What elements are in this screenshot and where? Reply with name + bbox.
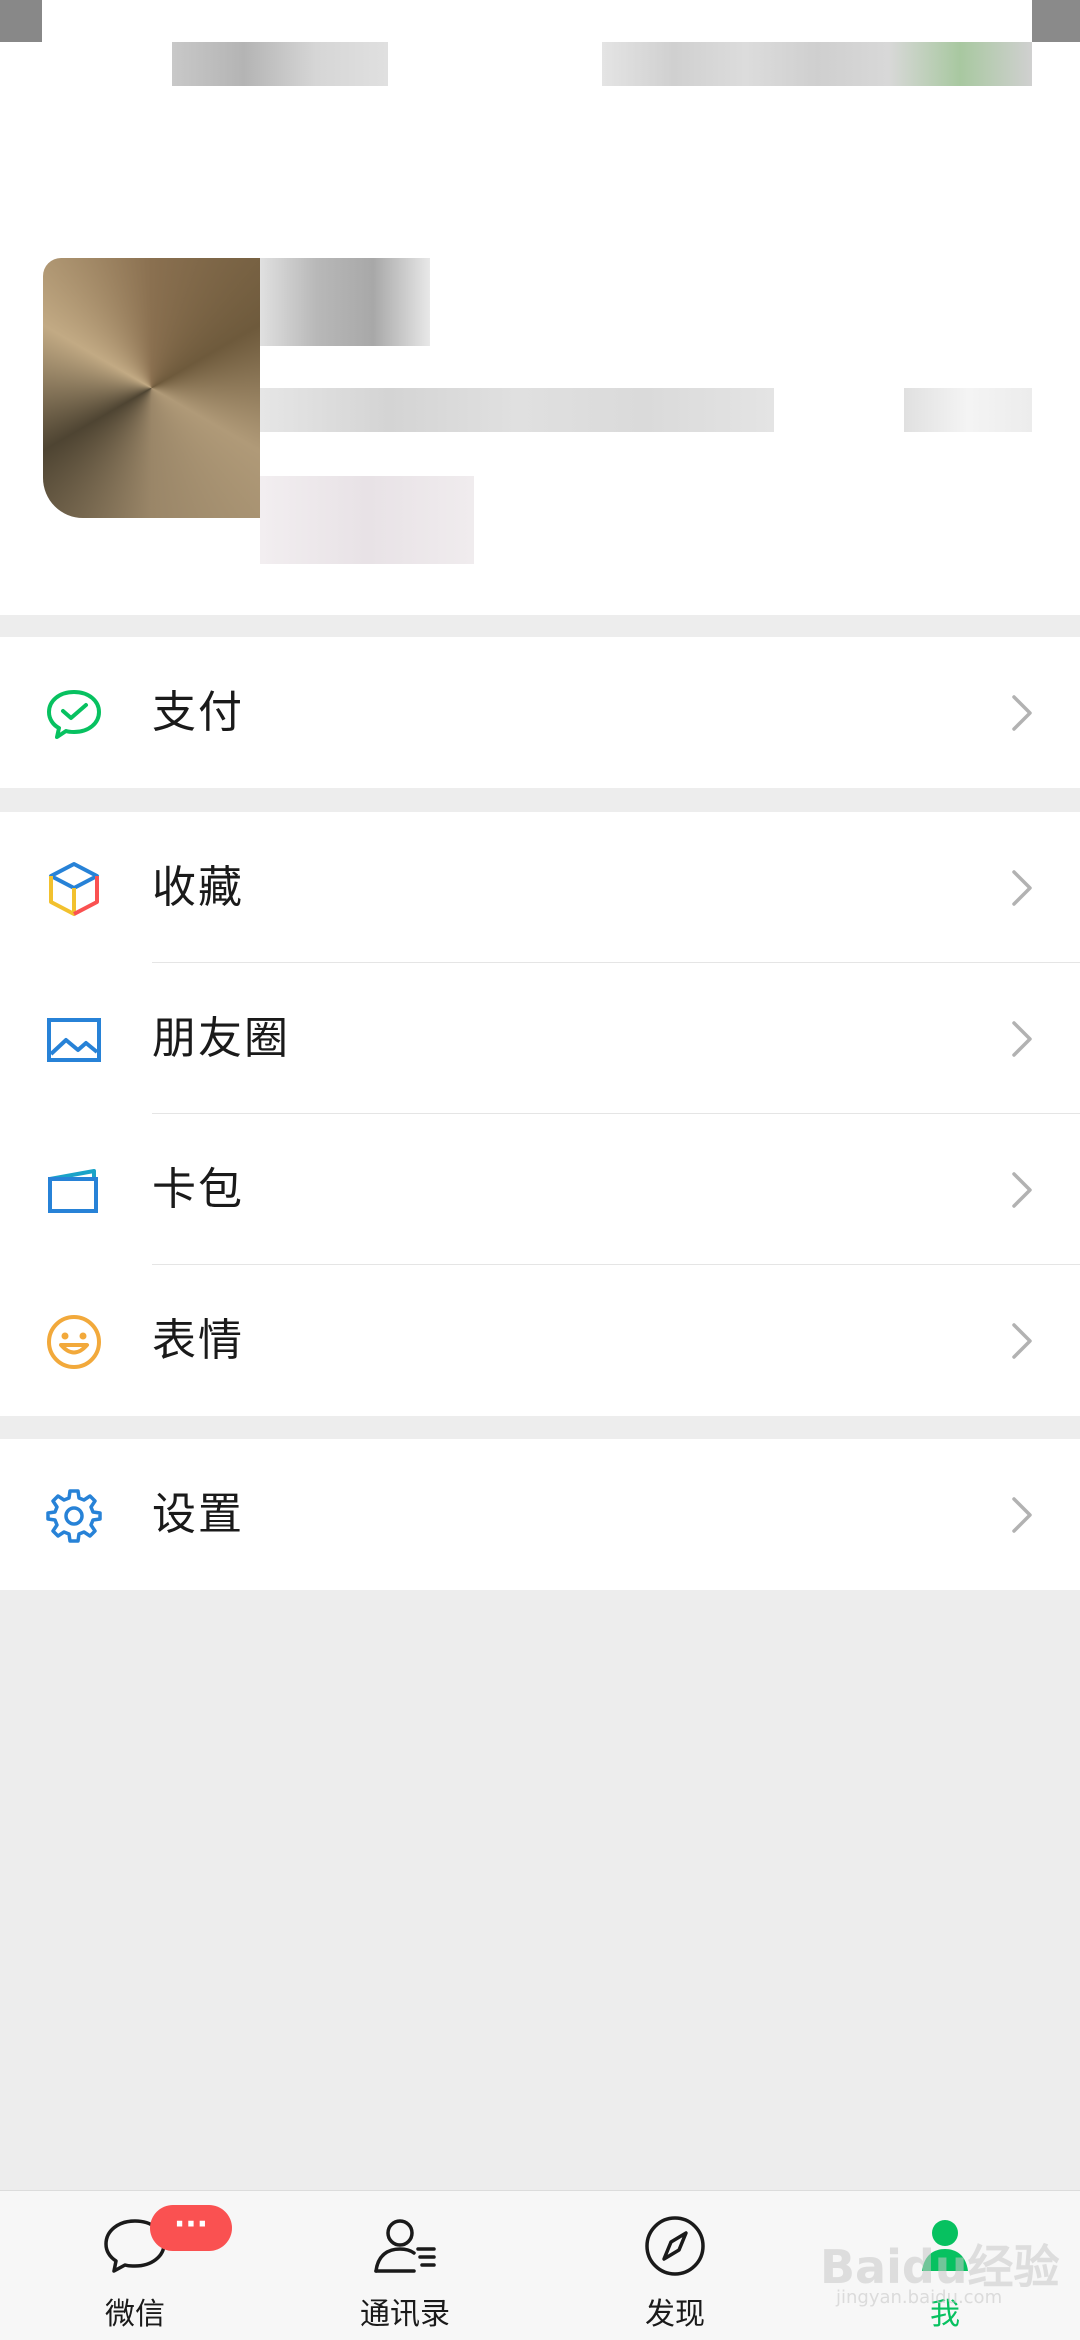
watermark-url: jingyan.baidu.com <box>836 2287 1003 2308</box>
cube-icon <box>44 859 104 919</box>
tab-discover[interactable]: 发现 <box>540 2191 810 2340</box>
menu-group-settings: 设置 <box>0 1439 1080 1590</box>
contacts-icon <box>370 2211 440 2281</box>
menu-item-moments[interactable]: 朋友圈 <box>0 963 1080 1114</box>
gear-icon <box>44 1486 104 1546</box>
menu-label-cards: 卡包 <box>152 1164 244 1215</box>
chevron-right-icon <box>1010 1170 1034 1210</box>
menu-item-settings[interactable]: 设置 <box>0 1439 1080 1590</box>
menu-item-pay[interactable]: 支付 <box>0 637 1080 788</box>
tab-label-contacts: 通讯录 <box>360 2297 450 2332</box>
chevron-right-icon <box>1010 1019 1034 1059</box>
menu-label-favorites: 收藏 <box>152 862 244 913</box>
profile-header[interactable] <box>0 88 1080 615</box>
menu-item-stickers[interactable]: 表情 <box>0 1265 1080 1416</box>
menu-item-favorites[interactable]: 收藏 <box>0 812 1080 963</box>
smile-icon <box>44 1312 104 1372</box>
pay-icon <box>44 684 104 744</box>
menu-group-main: 收藏 朋友圈 卡包 表情 <box>0 812 1080 1416</box>
menu-label-settings: 设置 <box>152 1489 244 1540</box>
unread-badge: ··· <box>150 2205 232 2251</box>
menu-label-moments: 朋友圈 <box>152 1013 290 1064</box>
card-icon <box>44 1161 104 1221</box>
chevron-right-icon <box>1010 1321 1034 1361</box>
chevron-right-icon <box>1010 1495 1034 1535</box>
status-pixel <box>0 0 42 42</box>
menu-label-pay: 支付 <box>152 687 244 738</box>
status-pixel <box>1032 0 1080 42</box>
menu-item-cards[interactable]: 卡包 <box>0 1114 1080 1265</box>
menu-group-pay: 支付 <box>0 637 1080 788</box>
avatar[interactable] <box>43 258 260 518</box>
nickname-blur <box>260 258 430 346</box>
qrcode-blur[interactable] <box>904 388 1032 432</box>
image-icon <box>44 1010 104 1070</box>
status-blur <box>260 476 474 564</box>
status-bar <box>0 0 1080 88</box>
tab-label-discover: 发现 <box>645 2297 705 2332</box>
chevron-right-icon <box>1010 868 1034 908</box>
compass-icon <box>640 2211 710 2281</box>
tab-contacts[interactable]: 通讯录 <box>270 2191 540 2340</box>
tab-bar: ··· 微信 通讯录 发现 我 Baidu经验 jingyan.baidu.co… <box>0 2190 1080 2340</box>
wechat-id-blur <box>260 388 774 432</box>
tab-chats[interactable]: ··· 微信 <box>0 2191 270 2340</box>
menu-label-stickers: 表情 <box>152 1315 244 1366</box>
status-pixel <box>172 42 388 86</box>
chevron-right-icon <box>1010 693 1034 733</box>
status-pixel <box>602 42 1032 86</box>
tab-label-chats: 微信 <box>105 2297 165 2332</box>
